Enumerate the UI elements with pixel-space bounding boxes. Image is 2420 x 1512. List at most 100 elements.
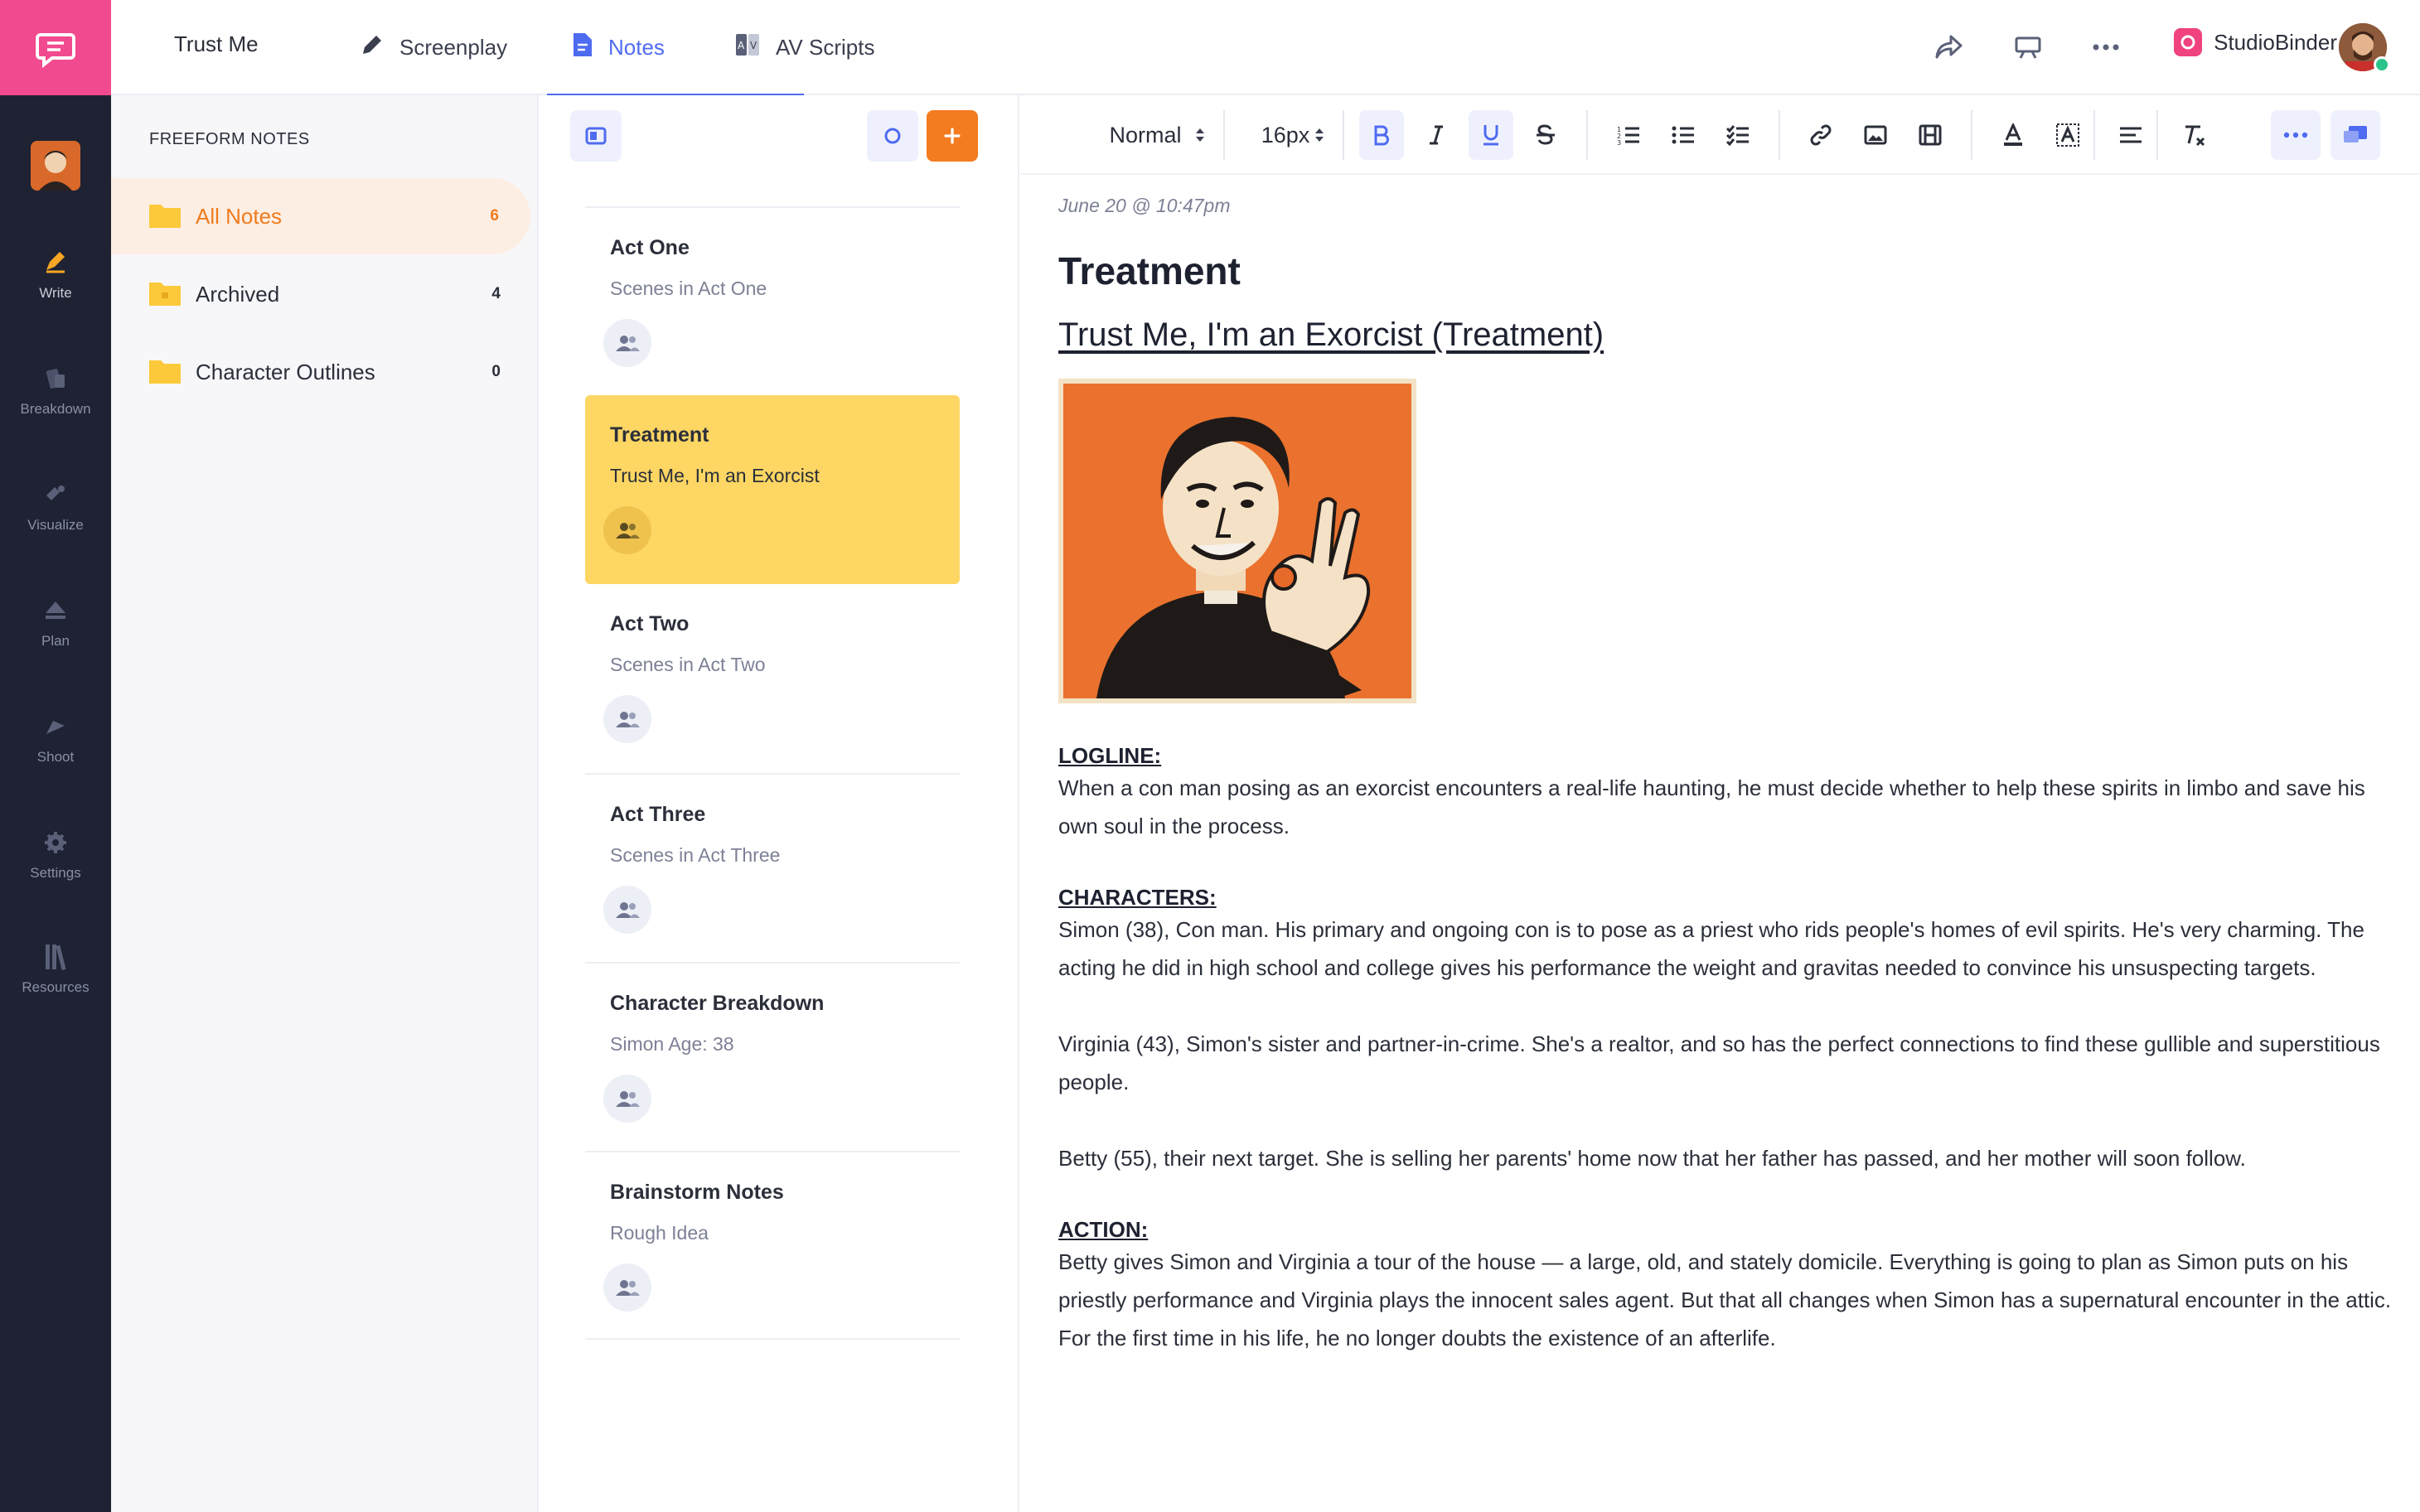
add-note-button[interactable] xyxy=(927,110,978,162)
rail-item-write[interactable]: Write xyxy=(0,249,111,340)
font-size-select[interactable]: 16px xyxy=(1238,110,1348,160)
toggle-sidebar-button[interactable] xyxy=(570,110,622,162)
underline-button[interactable] xyxy=(1469,110,1513,160)
align-button[interactable] xyxy=(2108,110,2153,160)
rail-item-label: Shoot xyxy=(36,749,75,765)
rail-item-label: Breakdown xyxy=(20,401,91,417)
strikethrough-button[interactable] xyxy=(1523,110,1568,160)
tab-av-scripts[interactable]: AV AV Scripts xyxy=(734,0,874,95)
shoot-icon xyxy=(41,713,70,741)
workspace-badge-icon xyxy=(2174,28,2203,56)
action-label: ACTION: xyxy=(1058,1217,1149,1242)
visualize-icon xyxy=(41,481,70,509)
folder-archived[interactable]: Archived 4 xyxy=(111,256,532,332)
ordered-list-button[interactable]: 123 xyxy=(1606,110,1651,160)
insert-image-button[interactable] xyxy=(1853,110,1898,160)
project-thumbnail-icon xyxy=(31,141,80,191)
collaborators-icon[interactable] xyxy=(603,1075,651,1123)
strikethrough-icon xyxy=(1537,124,1555,145)
collaborators-icon[interactable] xyxy=(603,886,651,934)
document-heading: Treatment xyxy=(1058,249,1241,292)
rail-item-breakdown[interactable]: Breakdown xyxy=(0,365,111,456)
note-card-treatment[interactable]: Treatment Trust Me, I'm an Exorcist xyxy=(585,395,960,584)
folder-label: All Notes xyxy=(196,203,283,229)
ordered-list-icon: 123 xyxy=(1617,126,1639,146)
character-paragraph: Simon (38), Con man. His primary and ong… xyxy=(1058,917,2364,980)
collaborators-icon[interactable] xyxy=(603,695,651,743)
collaborators-icon[interactable] xyxy=(603,506,651,554)
rail-item-shoot[interactable]: Shoot xyxy=(0,713,111,804)
search-notes-button[interactable] xyxy=(867,110,918,162)
sort-arrows-icon xyxy=(1315,128,1324,142)
checklist-button[interactable] xyxy=(1716,110,1760,160)
project-title[interactable]: Trust Me xyxy=(174,31,259,57)
note-title: Act Two xyxy=(610,612,690,635)
presentation-icon xyxy=(2015,36,2041,59)
action-text: Betty gives Simon and Virginia a tour of… xyxy=(1058,1249,2392,1350)
text-color-button[interactable] xyxy=(1991,110,2035,160)
pen-icon xyxy=(41,249,70,277)
document-body[interactable]: June 20 @ 10:47pm Treatment Trust Me, I'… xyxy=(1058,195,2401,1357)
folder-count: 6 xyxy=(490,207,499,225)
folder-all-notes[interactable]: All Notes 6 xyxy=(111,178,530,254)
plan-icon xyxy=(41,597,70,625)
pencil-icon xyxy=(360,32,385,63)
checklist-icon xyxy=(1726,125,1749,146)
rail-item-resources[interactable]: Resources xyxy=(0,943,111,1034)
document-icon xyxy=(572,31,593,64)
highlight-icon xyxy=(2056,123,2079,147)
insert-link-button[interactable] xyxy=(1798,110,1843,160)
app-logo-button[interactable] xyxy=(0,0,111,95)
svg-text:3: 3 xyxy=(1617,139,1621,146)
link-icon xyxy=(1810,124,1832,146)
share-icon xyxy=(1935,35,1963,59)
paragraph-style-select[interactable]: Normal xyxy=(1091,110,1223,160)
user-avatar[interactable] xyxy=(2339,23,2390,73)
av-script-icon: AV xyxy=(734,32,761,63)
note-title: Brainstorm Notes xyxy=(610,1181,784,1204)
note-subtitle: Scenes in Act One xyxy=(610,278,767,299)
bold-button[interactable] xyxy=(1359,110,1404,160)
note-card-character-breakdown[interactable]: Character Breakdown Simon Age: 38 xyxy=(585,962,960,1151)
italic-icon xyxy=(1430,125,1443,145)
highlight-button[interactable] xyxy=(2045,110,2090,160)
rail-item-label: Resources xyxy=(22,979,90,995)
note-card-act-two[interactable]: Act Two Scenes in Act Two xyxy=(585,584,960,773)
collaborators-icon[interactable] xyxy=(603,1263,651,1312)
rail-item-plan[interactable]: Plan xyxy=(0,597,111,688)
sidebar-toggle-icon xyxy=(585,127,607,145)
notes-list-panel: Act One Scenes in Act One Treatment Trus… xyxy=(539,95,1019,1512)
bullet-list-button[interactable] xyxy=(1661,110,1706,160)
note-subtitle: Scenes in Act Two xyxy=(610,654,766,675)
share-button[interactable] xyxy=(1926,25,1971,70)
characters-label: CHARACTERS: xyxy=(1058,885,1217,910)
more-menu-button[interactable] xyxy=(2084,25,2128,70)
align-left-icon xyxy=(2120,127,2142,143)
note-timestamp: June 20 @ 10:47pm xyxy=(1058,195,1231,216)
rail-item-label: Settings xyxy=(30,865,81,881)
clear-formatting-button[interactable] xyxy=(2173,110,2218,160)
note-card-brainstorm-notes[interactable]: Brainstorm Notes Rough Idea xyxy=(585,1151,960,1340)
document-title: Trust Me, I'm an Exorcist (Treatment) xyxy=(1058,316,1604,353)
present-mode-button[interactable] xyxy=(2330,110,2380,160)
more-tools-button[interactable] xyxy=(2271,110,2321,160)
tab-label: Notes xyxy=(608,35,665,60)
rail-item-visualize[interactable]: Visualize xyxy=(0,481,111,572)
collaborators-icon[interactable] xyxy=(603,319,651,367)
logline-section: LOGLINE: When a con man posing as an exo… xyxy=(1058,743,2401,845)
workspace-switcher[interactable]: StudioBinder xyxy=(2174,28,2337,56)
note-card-act-three[interactable]: Act Three Scenes in Act Three xyxy=(585,773,960,962)
rail-item-label: Write xyxy=(39,285,72,301)
tab-screenplay[interactable]: Screenplay xyxy=(360,0,507,95)
folder-count: 4 xyxy=(491,285,501,302)
folder-icon xyxy=(149,205,181,228)
insert-video-button[interactable] xyxy=(1908,110,1953,160)
project-avatar[interactable] xyxy=(31,141,80,191)
present-button[interactable] xyxy=(2006,25,2050,70)
rail-item-settings[interactable]: Settings xyxy=(0,828,111,920)
folder-character-outlines[interactable]: Character Outlines 0 xyxy=(111,334,532,410)
note-card-act-one[interactable]: Act One Scenes in Act One xyxy=(585,206,960,395)
folders-heading: FREEFORM NOTES xyxy=(149,130,310,148)
note-subtitle: Trust Me, I'm an Exorcist xyxy=(610,465,820,486)
italic-button[interactable] xyxy=(1414,110,1459,160)
